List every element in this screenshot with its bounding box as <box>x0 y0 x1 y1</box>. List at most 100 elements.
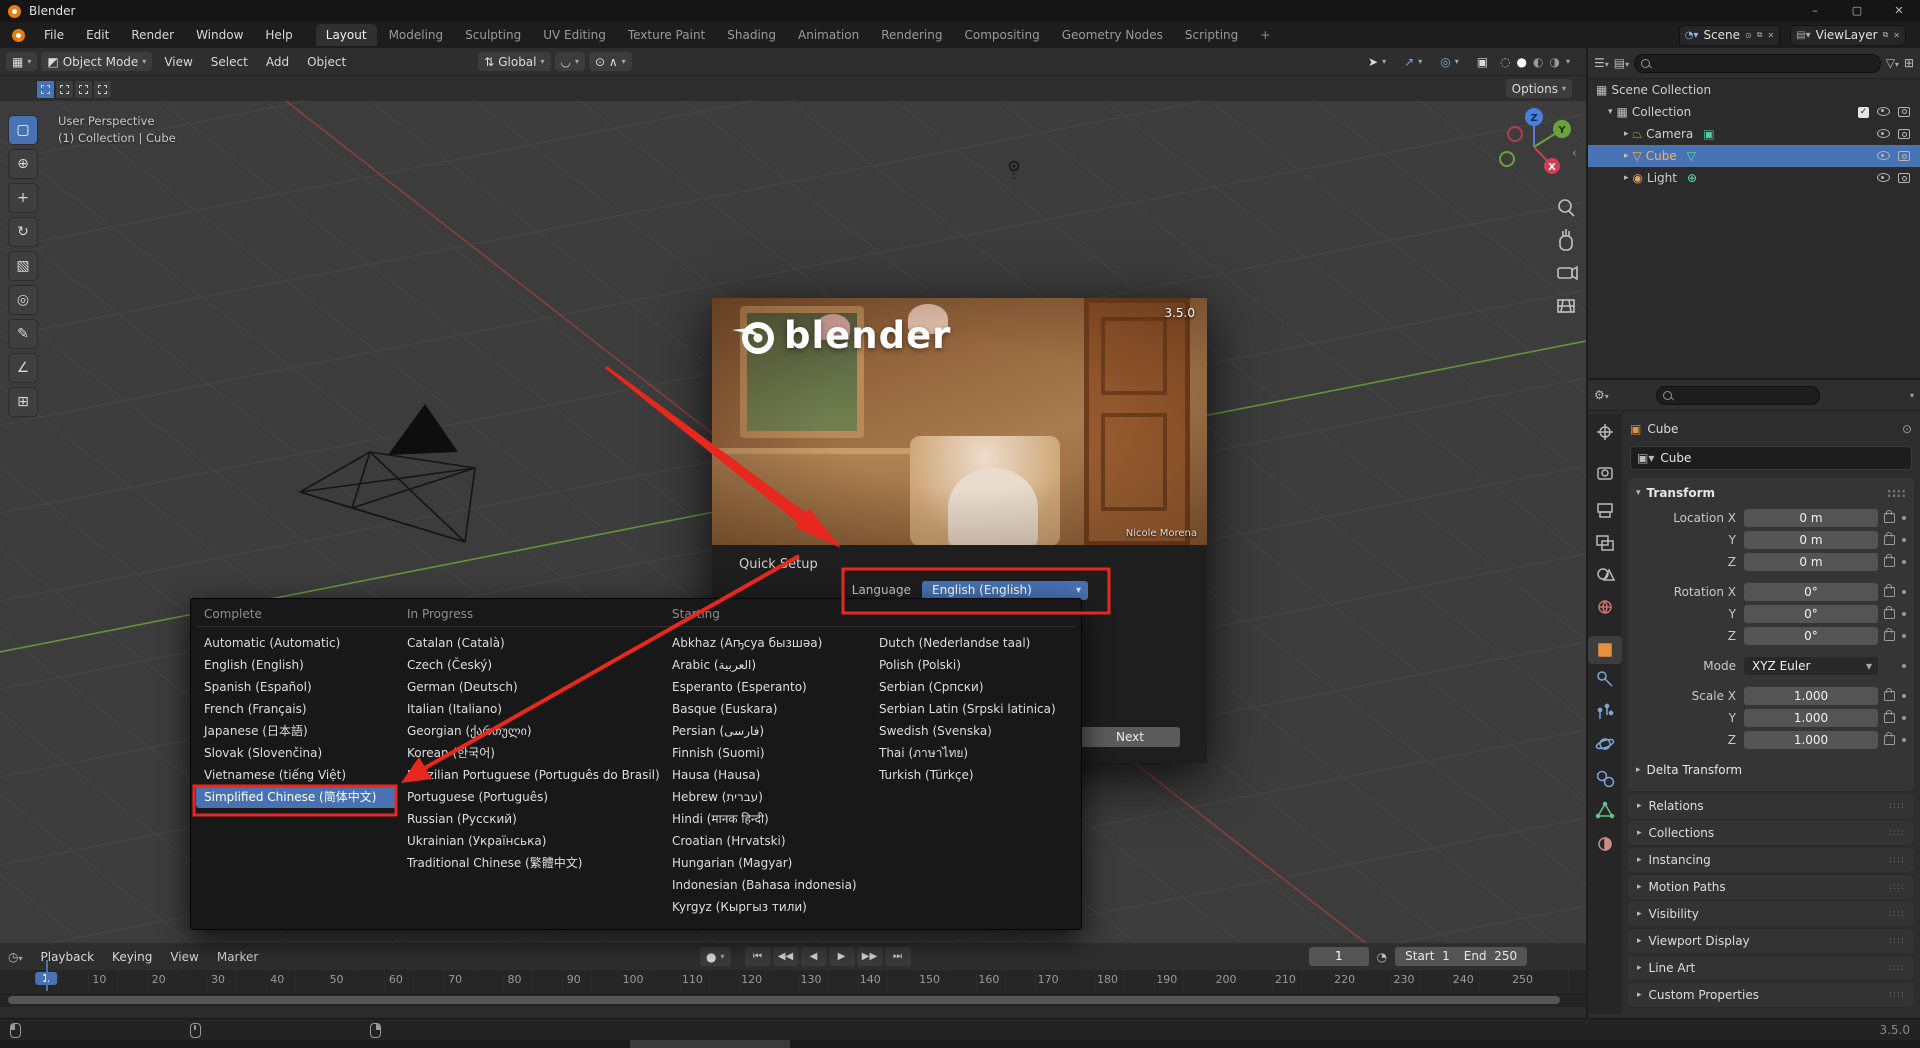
select-mode-extend[interactable] <box>55 80 74 99</box>
eye-icon[interactable] <box>1877 173 1890 182</box>
language-menu-item[interactable]: Japanese (日本語) <box>196 720 396 742</box>
expand-icon[interactable]: ▾ <box>1608 107 1613 117</box>
tool-cursor[interactable]: ⊕ <box>8 149 38 179</box>
workspace-tab[interactable]: Modeling <box>379 24 454 46</box>
language-menu-item[interactable]: Georgian (ქართული) <box>399 720 665 742</box>
ruler-tick[interactable]: 60 <box>389 973 403 986</box>
workspace-tab[interactable]: Shading <box>717 24 786 46</box>
ruler-tick[interactable]: 100 <box>623 973 644 986</box>
ruler-tick[interactable]: 20 <box>152 973 166 986</box>
mode-selector[interactable]: ◩ Object Mode ▾ <box>41 52 152 71</box>
ruler-tick[interactable]: 190 <box>1156 973 1177 986</box>
workspace-tab[interactable]: Geometry Nodes <box>1052 24 1173 46</box>
pin-icon[interactable]: ⊙ <box>1902 422 1912 436</box>
shading-wireframe-icon[interactable]: ◌ <box>1500 55 1510 69</box>
language-menu-item[interactable]: Ukrainian (Українська) <box>399 830 665 852</box>
scene-selector[interactable]: ◔▾ Scene ⊙ ⧉ ✕ <box>1679 25 1780 46</box>
language-menu-item[interactable]: Brazilian Portuguese (Português do Brasi… <box>399 764 665 786</box>
language-menu-item[interactable]: Abkhaz (Аҧсуа бызшәа) <box>664 632 872 654</box>
menu-item[interactable]: Window <box>187 25 252 45</box>
play-button[interactable]: ▶ <box>829 947 855 966</box>
language-menu-item[interactable]: Portuguese (Português) <box>399 786 665 808</box>
language-menu-item[interactable]: English (English) <box>196 654 396 676</box>
jump-to-end-button[interactable]: ⏭ <box>885 947 911 966</box>
ruler-tick[interactable]: 180 <box>1097 973 1118 986</box>
menu-item[interactable]: Edit <box>77 25 118 45</box>
current-frame-line[interactable] <box>46 960 48 991</box>
language-menu-item[interactable]: Hungarian (Magyar) <box>664 852 872 874</box>
language-menu-item[interactable]: Esperanto (Esperanto) <box>664 676 872 698</box>
orientation-selector[interactable]: ⇅ Global ▾ <box>478 52 550 71</box>
transform-value-field[interactable]: 0° <box>1744 627 1878 645</box>
language-menu-item[interactable]: Russian (Русский) <box>399 808 665 830</box>
snap-toggle[interactable]: ◡▾ <box>555 52 586 71</box>
lock-icon[interactable] <box>1884 513 1895 523</box>
tool-transform[interactable]: ◎ <box>8 285 38 315</box>
select-mode-new[interactable] <box>36 80 55 99</box>
proportional-editing-toggle[interactable]: ⊙ ∧ ▾ <box>589 52 632 71</box>
new-scene-icon[interactable]: ⧉ <box>1757 30 1763 40</box>
transform-value-field[interactable]: 0 m <box>1744 509 1878 527</box>
timeline-scrollbar[interactable] <box>0 993 1586 1007</box>
outliner-display-mode-icon[interactable]: ▤▾ <box>1614 56 1629 70</box>
delta-transform-header[interactable]: ▸Delta Transform <box>1628 751 1914 783</box>
animate-dot-icon[interactable] <box>1902 560 1906 564</box>
timeline-menu-item[interactable]: Playback <box>33 947 103 967</box>
select-mode-invert[interactable] <box>93 80 112 99</box>
transform-value-field[interactable]: 0° <box>1744 605 1878 623</box>
properties-search[interactable] <box>1656 386 1820 405</box>
language-menu-item[interactable]: Finnish (Suomi) <box>664 742 872 764</box>
property-section-header[interactable]: ▸Custom Properties :::: <box>1628 983 1914 1007</box>
transform-value-field[interactable]: 0 m <box>1744 553 1878 571</box>
language-menu-item[interactable]: Croatian (Hrvatski) <box>664 830 872 852</box>
ruler-tick[interactable]: 230 <box>1393 973 1414 986</box>
shading-solid-icon[interactable]: ● <box>1517 55 1527 69</box>
prev-keyframe-button[interactable]: ◀◀ <box>773 947 799 966</box>
workspace-tab[interactable]: UV Editing <box>533 24 616 46</box>
workspace-tab[interactable]: Animation <box>788 24 869 46</box>
menu-item[interactable]: Render <box>122 25 183 45</box>
expand-icon[interactable]: ▸ <box>1624 151 1629 161</box>
transform-value-field[interactable]: 0 m <box>1744 531 1878 549</box>
language-menu-item[interactable]: Indonesian (Bahasa indonesia) <box>664 874 872 896</box>
language-menu-item[interactable]: Simplified Chinese (简体中文) <box>196 786 396 808</box>
lock-icon[interactable] <box>1884 631 1895 641</box>
language-menu-item[interactable]: Traditional Chinese (繁體中文) <box>399 852 665 874</box>
language-menu-item[interactable]: Serbian Latin (Srpski latinica) <box>871 698 1071 720</box>
property-section-header[interactable]: ▸Relations :::: <box>1628 794 1914 818</box>
lock-icon[interactable] <box>1884 735 1895 745</box>
editor-type-button[interactable]: ▦ ▾ <box>6 52 37 71</box>
transform-value-field[interactable]: XYZ Euler <box>1744 657 1878 675</box>
properties-options-icon[interactable]: ▾ <box>1910 391 1914 400</box>
expand-icon[interactable]: ▸ <box>1624 129 1629 139</box>
ruler-tick[interactable]: 80 <box>507 973 521 986</box>
outliner-search[interactable] <box>1634 54 1881 73</box>
timeline-menu-item[interactable]: View <box>162 947 206 967</box>
language-menu-item[interactable]: Vietnamese (tiếng Việt) <box>196 764 396 786</box>
workspace-tab[interactable]: + <box>1250 24 1280 46</box>
property-section-header[interactable]: ▸Visibility :::: <box>1628 902 1914 926</box>
transform-value-field[interactable]: 1.000 <box>1744 731 1878 749</box>
tool-scale[interactable]: ▧ <box>8 251 38 281</box>
eye-icon[interactable] <box>1877 129 1890 138</box>
shading-material-icon[interactable]: ◐ <box>1533 55 1543 69</box>
tool-select-box[interactable]: ▢ <box>8 115 38 145</box>
ruler-tick[interactable]: 40 <box>270 973 284 986</box>
language-menu-item[interactable]: Arabic (العربية) <box>664 654 872 676</box>
options-button[interactable]: Options ▾ <box>1506 79 1572 98</box>
language-menu-item[interactable]: Hausa (Hausa) <box>664 764 872 786</box>
timeline-menu-item[interactable]: Keying <box>104 947 160 967</box>
ruler-tick[interactable]: 10 <box>92 973 106 986</box>
new-viewlayer-icon[interactable]: ⧉ <box>1883 30 1889 40</box>
lock-icon[interactable] <box>1884 535 1895 545</box>
panel-collapse-arrow[interactable]: ‹ <box>1572 146 1577 160</box>
ruler-tick[interactable]: 140 <box>860 973 881 986</box>
transform-value-field[interactable]: 1.000 <box>1744 709 1878 727</box>
language-menu-item[interactable]: French (Français) <box>196 698 396 720</box>
outliner-row-camera[interactable]: ▸ ⏢ Camera ▣ <box>1588 123 1920 145</box>
auto-keyframe-clock-icon[interactable]: ◔ <box>1377 950 1387 964</box>
property-section-header[interactable]: ▸Motion Paths :::: <box>1628 875 1914 899</box>
outliner-new-collection-icon[interactable]: ⊞ <box>1904 56 1914 70</box>
outliner-row-collection[interactable]: ▾ ▦ Collection ✓ <box>1588 101 1920 123</box>
eye-icon[interactable] <box>1877 151 1890 160</box>
